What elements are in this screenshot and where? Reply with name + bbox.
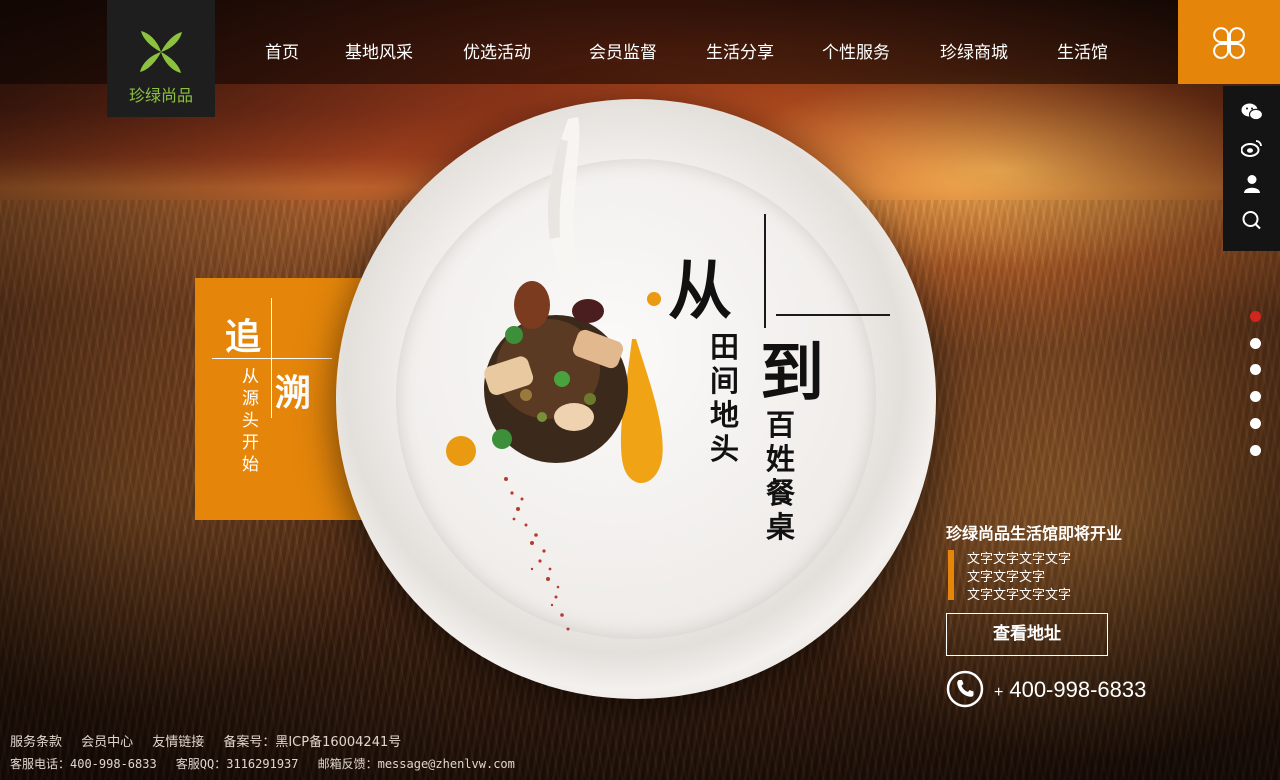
phone-number: 400-998-6833 [1009,677,1147,702]
four-leaf-icon [1213,27,1245,59]
calligraphy-col-field: 田间地头 [710,330,740,466]
footer-link-member[interactable]: 会员中心 [81,735,133,750]
footer-contact: 客服电话：400-998-6833 客服QQ：3116291937 邮箱反馈：m… [10,753,529,772]
nav-item-activities[interactable]: 优选活动 [463,38,531,63]
brand-menu-button[interactable] [1178,0,1280,84]
footer-email[interactable]: 邮箱反馈：message@zhenlvw.com [318,757,515,771]
user-button[interactable] [1223,166,1280,202]
info-line-3: 文字文字文字文字 [967,588,1072,603]
nav-item-base[interactable]: 基地风采 [345,38,413,63]
trace-subtitle: 从源头开始 [242,367,259,475]
calligraphy-col-table: 百姓餐桌 [766,408,796,544]
nav-item-service[interactable]: 个性服务 [822,38,890,63]
footer-links: 服务条款 会员中心 友情链接 备案号：黑ICP备16004241号 [10,731,415,750]
footer-icp[interactable]: 备案号：黑ICP备16004241号 [223,735,401,750]
footer-link-terms[interactable]: 服务条款 [10,735,62,750]
slider-dot-6[interactable] [1250,445,1261,456]
slider-dot-3[interactable] [1250,364,1261,375]
calligraphy-from: 从 [668,254,732,329]
trace-char-1: 追 [225,316,262,358]
wechat-icon [1241,103,1263,121]
slider-dot-2[interactable] [1250,338,1261,349]
search-button[interactable] [1223,202,1280,238]
hotline: +400-998-6833 [994,677,1146,703]
nav-item-share[interactable]: 生活分享 [706,38,774,63]
food-illustration [446,117,663,631]
slider-dot-4[interactable] [1250,391,1261,402]
info-line-1: 文字文字文字文字 [967,552,1072,567]
info-line-2: 文字文字文字 [967,570,1046,585]
nav-item-mall[interactable]: 珍绿商城 [940,38,1008,63]
phone-prefix: + [994,684,1004,701]
calligraphy-to: 到 [760,336,824,411]
nav-item-member[interactable]: 会员监督 [589,38,657,63]
view-address-button[interactable]: 查看地址 [946,613,1108,656]
trace-char-2: 溯 [275,372,312,414]
wechat-button[interactable] [1223,94,1280,130]
logo[interactable]: 珍绿尚品 [107,0,215,117]
footer-service-qq: 客服QQ：3116291937 [175,757,299,771]
nav-item-home[interactable]: 首页 [265,38,299,63]
search-icon [1242,211,1261,230]
phone-icon [946,670,984,708]
user-icon [1244,175,1260,193]
opening-title: 珍绿尚品生活馆即将开业 [946,524,1123,543]
slider-dot-5[interactable] [1250,418,1261,429]
logo-text: 珍绿尚品 [128,86,193,105]
footer-link-friends[interactable]: 友情链接 [152,735,204,750]
clover-icon [140,31,182,73]
dish-plate-image [336,99,936,699]
nav-item-life-hall[interactable]: 生活馆 [1057,38,1108,63]
side-toolbar [1223,86,1280,251]
slider-dot-1[interactable] [1250,311,1261,322]
weibo-button[interactable] [1223,130,1280,166]
footer-service-phone: 客服电话：400-998-6833 [10,757,157,771]
weibo-icon [1241,140,1262,157]
